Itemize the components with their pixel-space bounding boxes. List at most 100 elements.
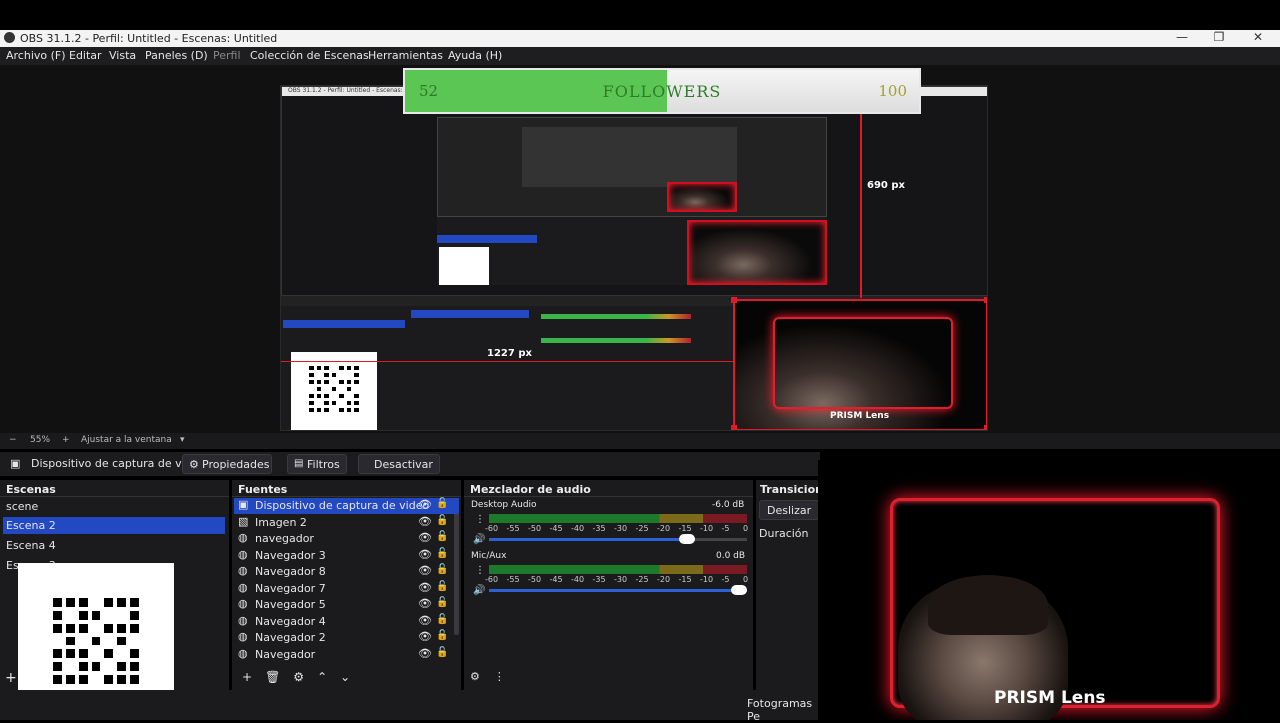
menu-file[interactable]: Archivo (F) [6,49,66,62]
source-row[interactable]: ▣ Dispositivo de captura de video 👁 🔓 [234,498,459,514]
lock-icon[interactable]: 🔓 [436,531,448,542]
trash-icon[interactable]: 🗑 [265,670,280,684]
lock-icon[interactable]: 🔓 [436,498,448,509]
eye-icon[interactable]: 👁 [418,548,432,561]
source-name: Navegador 3 [255,548,326,562]
source-row[interactable]: ◍ Navegador 7 👁 🔓 [234,581,459,597]
eye-icon[interactable]: 👁 [418,564,432,577]
selected-webcam-source[interactable]: PRISM Lens [731,297,987,430]
menu-docks[interactable]: Paneles (D) [145,49,208,62]
source-row[interactable]: ◍ Navegador 4 👁 🔓 [234,614,459,630]
channel-name: Mic/Aux [471,551,507,561]
scale-tick: -20 [657,524,671,533]
eye-icon[interactable]: 👁 [418,581,432,594]
scale-tick: -15 [678,524,692,533]
move-down-icon[interactable]: ⌄ [340,670,350,684]
add-source-button[interactable]: + [242,670,252,684]
gear-icon[interactable]: ⚙ [293,670,304,684]
followers-progress-bar[interactable]: 52 FOLLOWERS 100 [403,68,921,114]
source-name: Imagen 2 [255,515,307,529]
scale-tick: -30 [614,524,628,533]
scene-item-selected[interactable]: Escena 2 [6,519,56,532]
source-row[interactable]: ◍ Navegador 👁 🔓 [234,647,459,663]
source-name: Navegador [255,647,316,661]
zoom-out-button[interactable]: − [9,435,17,445]
measure-horizontal-label: 1227 px [487,348,532,359]
lock-icon[interactable]: 🔓 [436,614,448,625]
lock-icon[interactable]: 🔓 [436,630,448,641]
speaker-icon[interactable]: 🔊 [473,534,485,545]
globe-icon: ◍ [238,564,248,577]
volume-slider-handle[interactable] [679,534,696,544]
close-button[interactable]: ✕ [1248,30,1268,44]
eye-icon[interactable]: 👁 [418,647,432,660]
source-toolbar: ▣ Dispositivo de captura de v ⚙ Propieda… [0,452,820,476]
source-row[interactable]: ◍ Navegador 8 👁 🔓 [234,564,459,580]
lock-icon[interactable]: 🔓 [436,564,448,575]
lock-icon[interactable]: 🔓 [436,597,448,608]
filters-button[interactable]: ▤ Filtros [287,454,347,474]
globe-icon: ◍ [238,613,248,627]
lock-icon[interactable]: 🔓 [436,548,448,559]
scale-tick: -60 [485,575,499,584]
zoom-in-button[interactable]: + [62,435,70,445]
transition-type-label: Deslizar [767,504,812,517]
followers-goal: 100 [878,82,907,100]
transition-type-select[interactable]: Deslizar [759,500,819,520]
menu-view[interactable]: Vista [109,49,136,62]
scale-tick: -45 [549,524,563,533]
scene-item[interactable]: Escena 4 [6,539,56,552]
audio-meter [489,514,747,523]
source-row[interactable]: ▧ Imagen 2 👁 🔓 [234,515,459,531]
scale-tick: -25 [635,524,649,533]
eye-icon[interactable]: 👁 [418,597,432,610]
scale-tick: -25 [635,575,649,584]
scale-tick: -55 [506,575,520,584]
deactivate-button[interactable]: Desactivar [358,454,440,474]
source-row[interactable]: ◍ navegador 👁 🔓 [234,531,459,547]
properties-button[interactable]: ⚙ Propiedades [182,454,272,474]
followers-label: FOLLOWERS [602,82,722,101]
lock-icon[interactable]: 🔓 [436,581,448,592]
menu-tools[interactable]: Herramientas [368,49,443,62]
lock-icon[interactable]: 🔓 [436,647,448,658]
add-scene-button[interactable]: + [5,670,17,686]
eye-icon[interactable]: 👁 [418,630,432,643]
source-name: Navegador 2 [255,631,326,644]
filters-label: Filtros [307,458,340,471]
lock-icon[interactable]: 🔓 [436,515,448,526]
source-row[interactable]: ◍ Navegador 3 👁 🔓 [234,548,459,564]
move-up-icon[interactable]: ⌃ [317,670,327,684]
nested-qr-small [439,247,489,285]
nested-obs-window: OBS 31.1.2 - Perfil: Untitled - Escenas:… [281,86,987,296]
menu-scene-collection[interactable]: Colección de Escenas [250,49,369,62]
menu-edit[interactable]: Editar [69,49,102,62]
eye-icon[interactable]: 👁 [418,515,432,528]
scene-item[interactable]: scene [6,500,38,513]
speaker-icon[interactable]: 🔊 [473,585,485,596]
volume-slider-handle[interactable] [731,585,747,595]
eye-icon[interactable]: 👁 [418,498,432,511]
menu-profile[interactable]: Perfil [213,49,241,62]
channel-db: -6.0 dB [712,500,745,510]
source-row[interactable]: ◍ Navegador 2 👁 🔓 [234,630,459,646]
mixer-menu-icon[interactable]: ⋮ [494,670,505,683]
zoom-fit-select[interactable]: Ajustar a la ventana [81,435,172,445]
scale-tick: -35 [592,524,606,533]
eye-icon[interactable]: 👁 [418,614,432,627]
channel-menu-icon[interactable]: ⋮ [475,565,485,576]
gear-icon[interactable]: ⚙ [470,670,480,683]
scale-tick: -10 [700,524,714,533]
preview-canvas[interactable]: OBS 31.1.2 - Perfil: Untitled - Escenas:… [280,85,988,431]
scale-tick: -10 [700,575,714,584]
source-name: Dispositivo de captura de video [255,499,430,512]
channel-name: Desktop Audio [471,500,537,510]
minimize-button[interactable]: — [1172,30,1192,44]
chevron-down-icon[interactable]: ▾ [180,435,185,445]
eye-icon[interactable]: 👁 [418,531,432,544]
maximize-button[interactable]: ❐ [1209,30,1229,44]
channel-menu-icon[interactable]: ⋮ [475,514,485,525]
guide-horizontal [281,361,733,362]
menu-help[interactable]: Ayuda (H) [448,49,502,62]
source-row[interactable]: ◍ Navegador 5 👁 🔓 [234,597,459,613]
